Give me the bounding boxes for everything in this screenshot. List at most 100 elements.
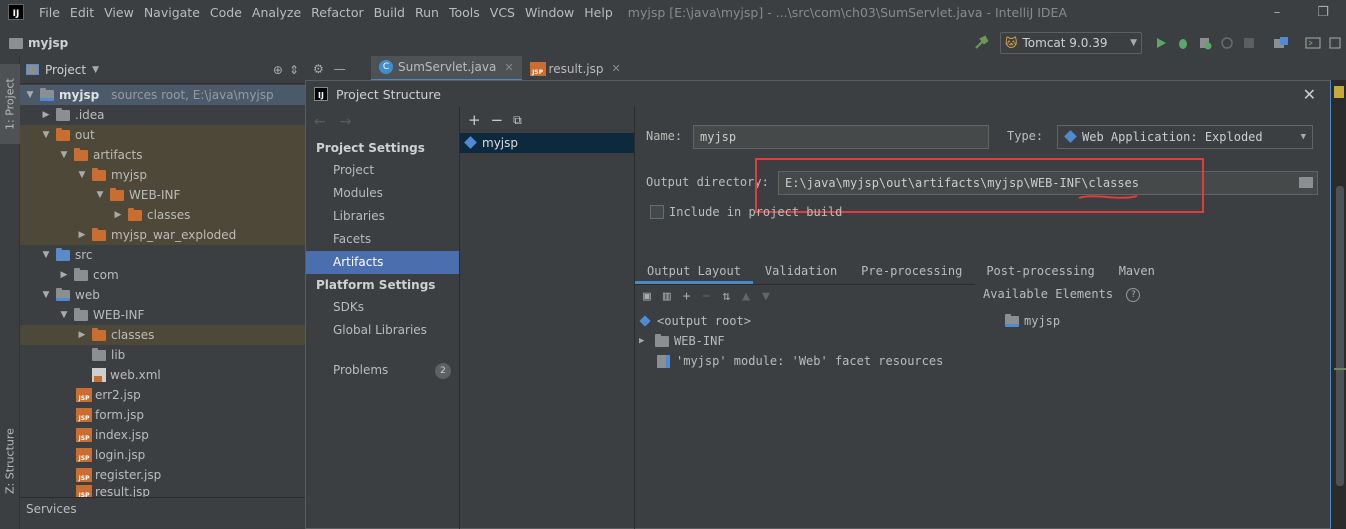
expand-arrow-icon[interactable]: ▶: [112, 210, 124, 220]
back-arrow-icon[interactable]: ←: [314, 114, 326, 130]
nav-item-problems[interactable]: Problems 2: [306, 359, 459, 382]
project-structure-icon[interactable]: [1270, 32, 1292, 54]
tree-node[interactable]: ▶ .idea: [20, 105, 305, 125]
add-archive-icon[interactable]: ▥: [663, 289, 671, 304]
include-in-build-checkbox[interactable]: [650, 205, 664, 219]
add-icon[interactable]: +: [468, 111, 481, 129]
tree-node[interactable]: ▶ myjsp_war_exploded: [20, 225, 305, 245]
nav-item-global-libraries[interactable]: Global Libraries: [306, 319, 459, 342]
expand-arrow-icon[interactable]: ▼: [40, 130, 52, 140]
type-select[interactable]: Web Application: Exploded ▼: [1057, 125, 1313, 149]
close-icon[interactable]: ✕: [1303, 85, 1316, 104]
tree-node[interactable]: ▼ out: [20, 125, 305, 145]
artifact-item[interactable]: myjsp: [460, 133, 634, 153]
terminal-icon[interactable]: [1302, 32, 1324, 54]
project-view-title[interactable]: Project: [45, 63, 86, 77]
tree-node[interactable]: ▶ com: [20, 265, 305, 285]
run-icon[interactable]: [1150, 32, 1172, 54]
collapse-all-icon[interactable]: ⇕: [289, 63, 299, 77]
layout-item-web-inf[interactable]: ▶ WEB-INF: [639, 331, 725, 351]
sort-icon[interactable]: ⇅: [722, 289, 730, 304]
tab-pre-processing[interactable]: Pre-processing: [849, 260, 974, 284]
expand-arrow-icon[interactable]: ▼: [24, 90, 36, 100]
menu-edit[interactable]: Edit: [65, 5, 99, 20]
tree-node[interactable]: ▶ classes: [20, 325, 305, 345]
restore-button[interactable]: ❐: [1300, 5, 1346, 20]
forward-arrow-icon[interactable]: →: [340, 114, 352, 130]
services-tool-bar[interactable]: Services: [20, 497, 305, 529]
tab-output-layout[interactable]: Output Layout: [635, 260, 753, 284]
menu-code[interactable]: Code: [205, 5, 247, 20]
build-hammer-icon[interactable]: [970, 32, 992, 54]
menu-analyze[interactable]: Analyze: [247, 5, 306, 20]
menu-vcs[interactable]: VCS: [485, 5, 520, 20]
tree-node[interactable]: web.xml: [20, 365, 305, 385]
tree-node[interactable]: ▼ myjsp sources root, E:\java\myjsp: [20, 85, 305, 105]
remove-icon[interactable]: −: [702, 289, 710, 304]
tree-node[interactable]: ▼ src: [20, 245, 305, 265]
tree-node[interactable]: ▼ artifacts: [20, 145, 305, 165]
tab-maven[interactable]: Maven: [1107, 260, 1167, 284]
tree-node[interactable]: JSP form.jsp: [20, 405, 305, 425]
move-up-icon[interactable]: ▲: [742, 289, 750, 304]
hide-icon[interactable]: —: [334, 62, 346, 76]
run-configuration-select[interactable]: 🐱 Tomcat 9.0.39 ▼: [1000, 32, 1142, 54]
tree-node[interactable]: lib: [20, 345, 305, 365]
chevron-down-icon[interactable]: ▼: [92, 65, 99, 75]
stop-icon[interactable]: [1238, 32, 1260, 54]
tab-validation[interactable]: Validation: [753, 260, 849, 284]
layout-item-facet-resources[interactable]: 'myjsp' module: 'Web' facet resources: [657, 351, 943, 371]
close-icon[interactable]: ✕: [612, 62, 621, 75]
expand-arrow-icon[interactable]: ▶: [58, 270, 70, 280]
menu-refactor[interactable]: Refactor: [306, 5, 368, 20]
tab-sumservlet[interactable]: C SumServlet.java ✕: [371, 55, 522, 82]
expand-arrow-icon[interactable]: ▼: [40, 290, 52, 300]
minimize-button[interactable]: –: [1254, 5, 1300, 20]
tab-post-processing[interactable]: Post-processing: [974, 260, 1106, 284]
nav-item-sdks[interactable]: SDKs: [306, 296, 459, 319]
tree-node[interactable]: ▼ web: [20, 285, 305, 305]
warning-marker[interactable]: [1334, 86, 1344, 98]
tree-node[interactable]: JSP err2.jsp: [20, 385, 305, 405]
menu-window[interactable]: Window: [520, 5, 579, 20]
nav-item-modules[interactable]: Modules: [306, 182, 459, 205]
tree-node[interactable]: JSP login.jsp: [20, 445, 305, 465]
locate-icon[interactable]: ⊕: [273, 63, 283, 77]
menu-navigate[interactable]: Navigate: [139, 5, 205, 20]
tree-node[interactable]: ▼ myjsp: [20, 165, 305, 185]
menu-build[interactable]: Build: [369, 5, 410, 20]
editor-scrollbar[interactable]: [1336, 186, 1344, 486]
expand-arrow-icon[interactable]: ▼: [94, 190, 106, 200]
move-down-icon[interactable]: ▼: [762, 289, 770, 304]
expand-arrow-icon[interactable]: ▶: [76, 330, 88, 340]
tree-node[interactable]: JSP result.jsp: [20, 485, 305, 497]
expand-arrow-icon[interactable]: ▼: [58, 310, 70, 320]
add-copy-icon[interactable]: +: [683, 289, 691, 304]
browse-folder-icon[interactable]: [1299, 177, 1313, 188]
project-tool-tab[interactable]: 1: Project: [0, 64, 20, 144]
debug-icon[interactable]: [1172, 32, 1194, 54]
tab-result-jsp[interactable]: JSP result.jsp ✕: [522, 56, 629, 82]
menu-help[interactable]: Help: [579, 5, 618, 20]
expand-arrow-icon[interactable]: ▶: [76, 230, 88, 240]
menu-file[interactable]: File: [34, 5, 65, 20]
tree-node[interactable]: JSP register.jsp: [20, 465, 305, 485]
coverage-icon[interactable]: [1194, 32, 1216, 54]
layout-item-output-root[interactable]: <output root>: [639, 311, 751, 331]
expand-arrow-icon[interactable]: ▼: [58, 150, 70, 160]
nav-item-libraries[interactable]: Libraries: [306, 205, 459, 228]
tree-node[interactable]: ▶ classes: [20, 205, 305, 225]
expand-arrow-icon[interactable]: ▼: [40, 250, 52, 260]
menu-run[interactable]: Run: [410, 5, 444, 20]
menu-tools[interactable]: Tools: [444, 5, 485, 20]
nav-item-artifacts[interactable]: Artifacts: [306, 251, 459, 274]
breadcrumb-project[interactable]: myjsp: [28, 36, 68, 50]
available-item-myjsp[interactable]: myjsp: [1005, 311, 1060, 331]
name-field[interactable]: myjsp: [693, 125, 989, 149]
tree-node[interactable]: ▼ WEB-INF: [20, 185, 305, 205]
ant-icon[interactable]: [1324, 32, 1346, 54]
expand-arrow-icon[interactable]: ▼: [76, 170, 88, 180]
copy-icon[interactable]: ⧉: [513, 113, 522, 128]
nav-item-project[interactable]: Project: [306, 159, 459, 182]
tree-node[interactable]: JSP index.jsp: [20, 425, 305, 445]
